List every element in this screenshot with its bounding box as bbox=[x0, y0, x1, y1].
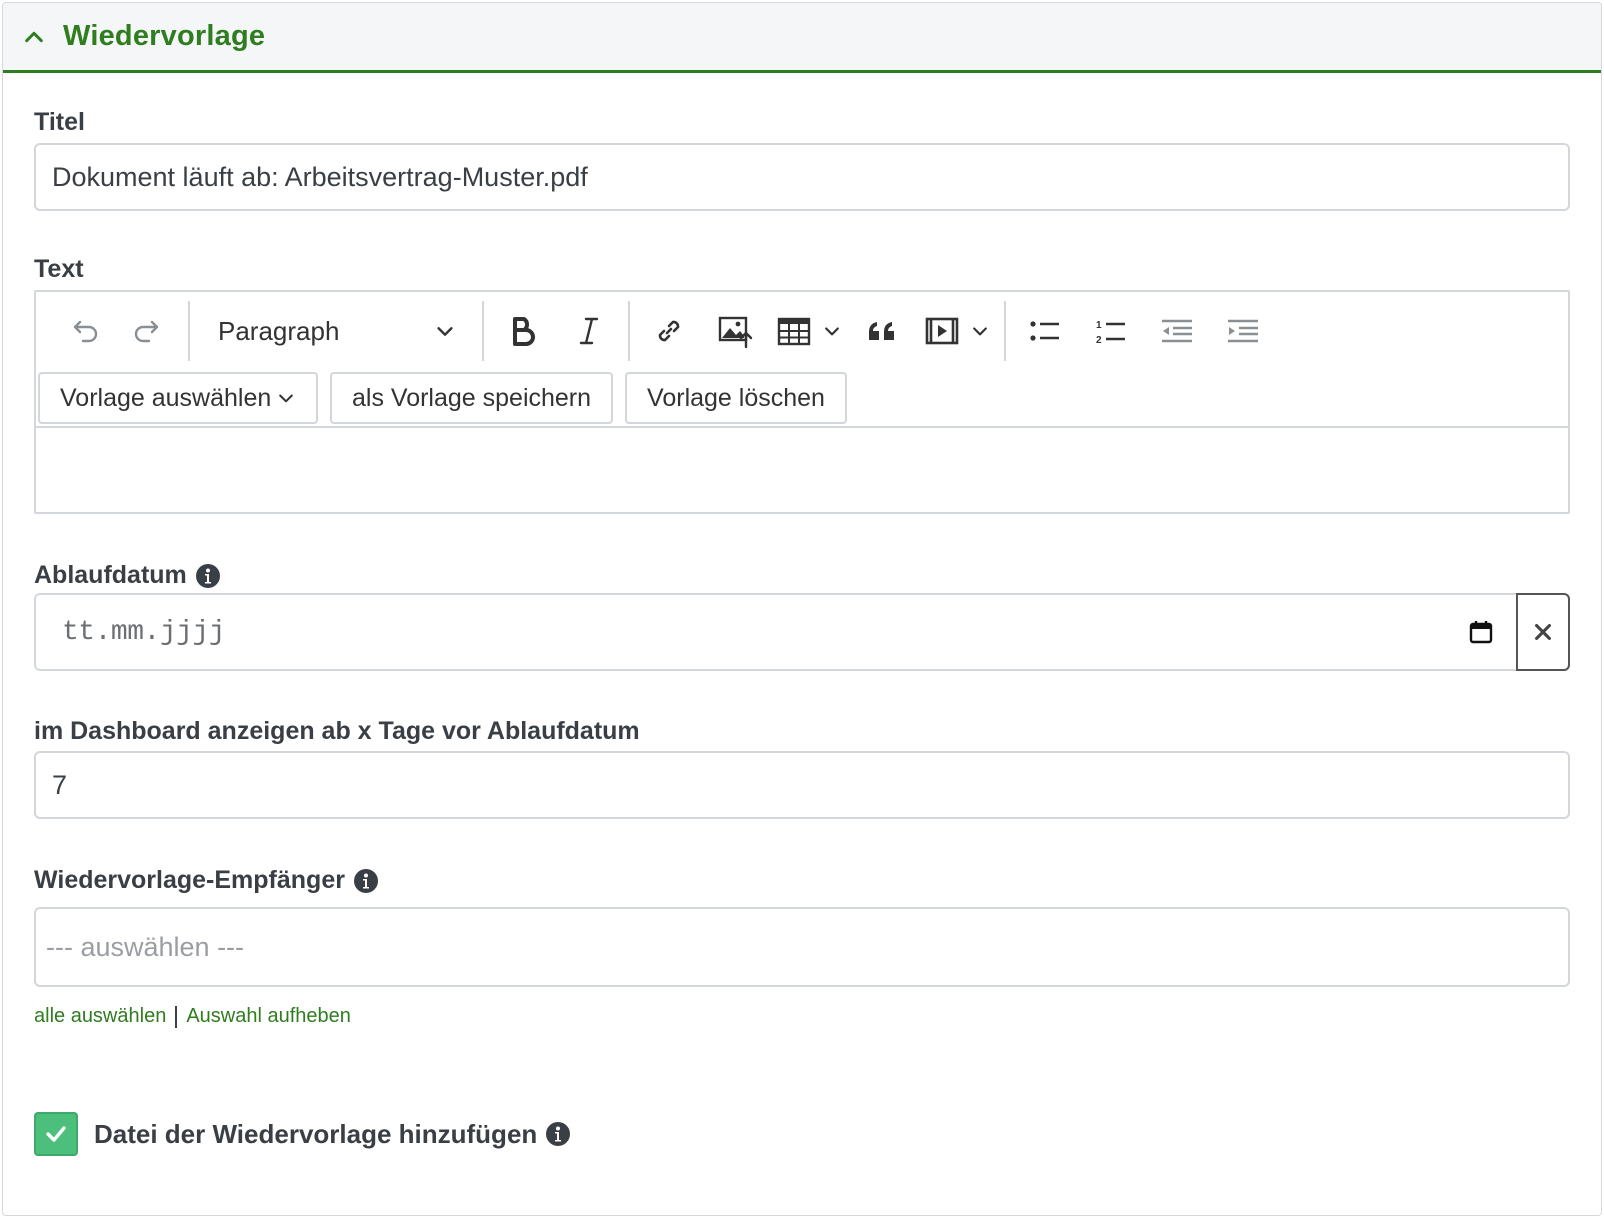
numbered-list-icon: 12 bbox=[1096, 320, 1125, 346]
clear-date-button[interactable] bbox=[1516, 593, 1570, 671]
ablaufdatum-label-text: Ablaufdatum bbox=[34, 561, 187, 589]
svg-text:2: 2 bbox=[1096, 335, 1102, 346]
bold-icon bbox=[513, 317, 535, 346]
selection-links: alle auswählen Auswahl aufheben bbox=[34, 1005, 351, 1028]
titel-label-text: Titel bbox=[34, 108, 85, 136]
info-icon[interactable] bbox=[353, 868, 379, 894]
date-field[interactable]: tt.mm.jjjj bbox=[36, 595, 1516, 669]
undo-icon bbox=[73, 320, 98, 343]
italic-icon bbox=[579, 317, 599, 345]
empfaenger-label: Wiedervorlage-Empfänger bbox=[34, 866, 379, 895]
calendar-icon[interactable] bbox=[1468, 619, 1494, 645]
empfaenger-select[interactable]: --- auswählen --- bbox=[34, 907, 1570, 987]
toolbar-separator bbox=[188, 301, 190, 361]
delete-template-button[interactable]: Vorlage löschen bbox=[625, 372, 847, 424]
italic-button[interactable] bbox=[556, 301, 622, 361]
close-icon bbox=[1535, 624, 1551, 640]
template-select-value: Vorlage auswählen bbox=[60, 383, 272, 412]
chevron-up-icon[interactable] bbox=[21, 24, 47, 50]
editor-content-area[interactable] bbox=[36, 428, 1568, 512]
bulleted-list-icon bbox=[1030, 321, 1059, 341]
outdent-icon bbox=[1162, 319, 1192, 343]
link-separator bbox=[175, 1005, 178, 1028]
template-toolbar: Vorlage auswählen als Vorlage speichern … bbox=[36, 370, 1568, 426]
chevron-down-icon bbox=[825, 327, 839, 336]
attach-file-label-text: Datei der Wiedervorlage hinzufügen bbox=[94, 1118, 538, 1149]
chevron-down-icon bbox=[973, 327, 987, 336]
table-dropdown[interactable] bbox=[768, 301, 850, 361]
media-embed-icon bbox=[925, 317, 959, 345]
table-icon bbox=[777, 317, 811, 346]
image-upload-button[interactable] bbox=[702, 301, 768, 361]
image-upload-icon bbox=[718, 316, 753, 349]
toolbar-separator bbox=[1004, 301, 1006, 361]
bold-button[interactable] bbox=[490, 301, 556, 361]
toolbar-separator bbox=[628, 301, 630, 361]
titel-input-value: Dokument läuft ab: Arbeitsvertrag-Muster… bbox=[52, 161, 588, 192]
empfaenger-label-text: Wiedervorlage-Empfänger bbox=[34, 866, 345, 894]
select-all-link[interactable]: alle auswählen bbox=[34, 1005, 166, 1028]
numbered-list-button[interactable]: 12 bbox=[1078, 301, 1144, 361]
panel-title: Wiedervorlage bbox=[63, 20, 266, 52]
empfaenger-placeholder: --- auswählen --- bbox=[46, 931, 245, 962]
checkmark-icon bbox=[46, 1126, 66, 1142]
clear-selection-link[interactable]: Auswahl aufheben bbox=[186, 1005, 351, 1028]
outdent-button[interactable] bbox=[1144, 301, 1210, 361]
blockquote-button[interactable] bbox=[850, 301, 916, 361]
heading-select-value: Paragraph bbox=[218, 315, 340, 346]
toolbar-separator bbox=[482, 301, 484, 361]
panel-header[interactable]: Wiedervorlage bbox=[3, 3, 1601, 73]
attach-file-label[interactable]: Datei der Wiedervorlage hinzufügen bbox=[94, 1119, 571, 1150]
heading-select[interactable]: Paragraph bbox=[196, 301, 476, 361]
link-button[interactable] bbox=[636, 301, 702, 361]
indent-icon bbox=[1228, 319, 1258, 343]
text-label: Text bbox=[34, 255, 84, 284]
dashboard-days-input[interactable]: 7 bbox=[34, 751, 1570, 819]
titel-input[interactable]: Dokument läuft ab: Arbeitsvertrag-Muster… bbox=[34, 143, 1570, 211]
attach-file-checkbox[interactable] bbox=[34, 1112, 78, 1156]
info-icon[interactable] bbox=[195, 563, 221, 589]
bulleted-list-button[interactable] bbox=[1012, 301, 1078, 361]
chevron-down-icon bbox=[279, 394, 293, 403]
dashboard-days-value: 7 bbox=[52, 769, 68, 800]
quote-icon bbox=[869, 322, 894, 340]
editor-toolbar: Paragraph 12 bbox=[36, 292, 1568, 370]
info-icon[interactable] bbox=[545, 1121, 571, 1147]
titel-label: Titel bbox=[34, 108, 85, 137]
attach-file-row: Datei der Wiedervorlage hinzufügen bbox=[34, 1112, 571, 1156]
save-template-button[interactable]: als Vorlage speichern bbox=[330, 372, 614, 424]
link-icon bbox=[658, 320, 680, 342]
text-label-text: Text bbox=[34, 255, 84, 283]
indent-button[interactable] bbox=[1210, 301, 1276, 361]
ablaufdatum-date-input[interactable]: tt.mm.jjjj bbox=[34, 593, 1570, 671]
dashboard-days-label-text: im Dashboard anzeigen ab x Tage vor Abla… bbox=[34, 717, 640, 745]
dashboard-days-label: im Dashboard anzeigen ab x Tage vor Abla… bbox=[34, 717, 640, 746]
redo-icon bbox=[134, 320, 159, 343]
template-select[interactable]: Vorlage auswählen bbox=[38, 372, 318, 424]
ablaufdatum-label: Ablaufdatum bbox=[34, 561, 221, 590]
svg-text:1: 1 bbox=[1096, 320, 1102, 331]
chevron-down-icon bbox=[437, 327, 453, 336]
redo-button[interactable] bbox=[116, 301, 182, 361]
rich-text-editor: Paragraph 12 Vorlage auswählen als Vorla… bbox=[34, 290, 1570, 514]
undo-button[interactable] bbox=[50, 301, 116, 361]
date-placeholder: tt.mm.jjjj bbox=[62, 616, 226, 648]
media-dropdown[interactable] bbox=[916, 301, 998, 361]
